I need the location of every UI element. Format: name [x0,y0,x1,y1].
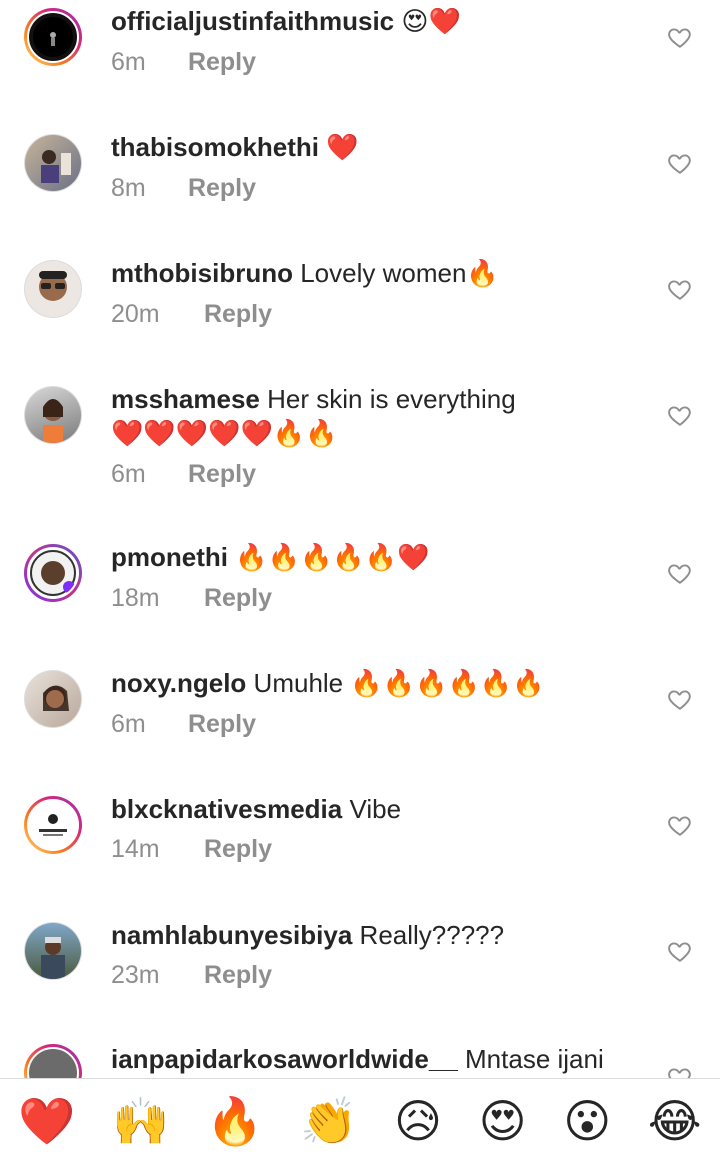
like-heart-icon[interactable] [667,1064,693,1078]
comment-text: thabisomokhethi ❤️ [111,130,671,165]
comment-text: noxy.ngelo Umuhle 🔥🔥🔥🔥🔥🔥 [111,666,671,701]
comment-meta: 6m Reply [111,47,671,77]
comment-username[interactable]: pmonethi [111,542,228,572]
reaction-sad-button[interactable]: 😥 [394,1098,442,1144]
comment-username[interactable]: thabisomokhethi [111,132,319,162]
comment-meta: 6m Reply [111,709,671,739]
comment-meta: 14m Reply [111,834,671,864]
reaction-heart-eyes-button[interactable]: 😍 [479,1098,527,1144]
like-heart-icon[interactable] [667,150,693,176]
avatar[interactable] [24,670,82,728]
reaction-raised-hands-button[interactable]: 🙌 [112,1098,169,1144]
reply-button[interactable]: Reply [188,460,256,488]
comment-meta: 6m Reply [111,459,671,489]
like-heart-icon[interactable] [667,812,693,838]
comment-emoji: 😍❤️ [401,7,461,37]
comment-username[interactable]: officialjustinfaithmusic [111,6,394,36]
comment-list: officialjustinfaithmusic 😍❤️ 6m Reply th… [0,0,720,1078]
avatar[interactable] [24,796,82,854]
reply-button[interactable]: Reply [204,584,272,612]
comment-emoji: 🔥 [466,259,499,289]
reply-button[interactable]: Reply [204,835,272,863]
like-heart-icon[interactable] [667,560,693,586]
avatar[interactable] [24,260,82,318]
comment-text: mthobisibruno Lovely women🔥 [111,256,671,291]
comment-username[interactable]: blxcknativesmedia [111,794,342,824]
comment-time: 23m [111,961,160,989]
like-heart-icon[interactable] [667,686,693,712]
reply-button[interactable]: Reply [204,961,272,989]
reply-button[interactable]: Reply [188,48,256,76]
comment-emoji: 🔥🔥🔥🔥🔥🔥 [350,669,545,699]
comment-emoji: ❤️ [326,133,359,163]
reaction-heart-button[interactable]: ❤️ [18,1098,75,1144]
comment-text: namhlabunyesibiya Really????? [111,918,671,952]
comment-text: blxcknativesmedia Vibe [111,792,671,826]
comment-body: Lovely women [300,258,467,288]
comment-username[interactable]: mthobisibruno [111,258,293,288]
like-heart-icon[interactable] [667,24,693,50]
like-heart-icon[interactable] [667,276,693,302]
comment-body: Really????? [359,920,505,950]
comment-text: ianpapidarkosaworldwide__ Mntase ijani [111,1042,671,1076]
avatar[interactable] [24,386,82,444]
comment-emoji: 🔥🔥🔥🔥🔥❤️ [235,543,430,573]
comment-body: Mntase ijani [465,1044,604,1074]
comment-time: 18m [111,584,160,612]
avatar[interactable] [24,134,82,192]
comment-text: officialjustinfaithmusic 😍❤️ [111,4,671,39]
avatar[interactable] [24,922,82,980]
comment-username[interactable]: noxy.ngelo [111,668,246,698]
reply-button[interactable]: Reply [188,710,256,738]
comment-body: Umuhle [253,668,344,698]
reaction-clap-button[interactable]: 👏 [300,1098,357,1144]
avatar[interactable] [24,1044,82,1078]
comment-meta: 23m Reply [111,960,671,990]
reaction-surprised-button[interactable]: 😮 [563,1098,611,1144]
comment-body: Vibe [349,794,402,824]
reply-button[interactable]: Reply [188,174,256,202]
comment-time: 20m [111,300,160,328]
comment-time: 6m [111,48,146,76]
comment-time: 8m [111,174,146,202]
comment-text: pmonethi 🔥🔥🔥🔥🔥❤️ [111,540,671,575]
comment-username[interactable]: ianpapidarkosaworldwide__ [111,1044,458,1074]
quick-reaction-bar: ❤️ 🙌 🔥 👏 😥 😍 😮 😂 [0,1078,720,1163]
avatar[interactable] [24,544,82,602]
comment-username[interactable]: namhlabunyesibiya [111,920,352,950]
reaction-laughing-button[interactable]: 😂 [648,1098,702,1144]
comment-meta: 20m Reply [111,299,671,329]
comment-meta: 8m Reply [111,173,671,203]
comment-body: Her skin is everything [267,384,516,414]
comment-meta: 18m Reply [111,583,671,613]
avatar[interactable] [24,8,82,66]
comment-username[interactable]: msshamese [111,384,260,414]
reply-button[interactable]: Reply [204,300,272,328]
comment-time: 14m [111,835,160,863]
like-heart-icon[interactable] [667,402,693,428]
like-heart-icon[interactable] [667,938,693,964]
reaction-fire-button[interactable]: 🔥 [206,1098,263,1144]
comment-emoji: ❤️❤️❤️❤️❤️🔥🔥 [111,419,338,449]
comment-time: 6m [111,710,146,738]
comment-time: 6m [111,460,146,488]
comment-text: msshamese Her skin is everything ❤️❤️❤️❤… [111,382,671,451]
